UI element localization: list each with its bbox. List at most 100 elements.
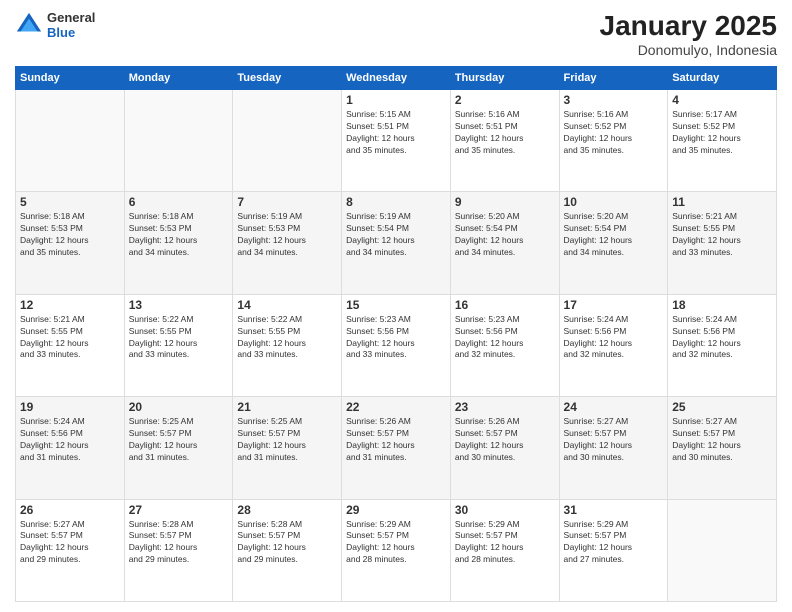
day-cell: 22 Sunrise: 5:26 AM Sunset: 5:57 PM Dayli…	[342, 397, 451, 499]
day-header-friday: Friday	[559, 67, 668, 90]
day-info: Sunrise: 5:24 AM Sunset: 5:56 PM Dayligh…	[20, 416, 120, 464]
calendar-table: SundayMondayTuesdayWednesdayThursdayFrid…	[15, 66, 777, 602]
day-info: Sunrise: 5:26 AM Sunset: 5:57 PM Dayligh…	[346, 416, 446, 464]
day-cell	[16, 90, 125, 192]
day-number: 14	[237, 298, 337, 312]
logo-icon	[15, 11, 43, 39]
day-cell: 19 Sunrise: 5:24 AM Sunset: 5:56 PM Dayli…	[16, 397, 125, 499]
day-info: Sunrise: 5:26 AM Sunset: 5:57 PM Dayligh…	[455, 416, 555, 464]
page: General Blue January 2025 Donomulyo, Ind…	[0, 0, 792, 612]
day-number: 25	[672, 400, 772, 414]
logo-blue-text: Blue	[47, 25, 95, 40]
day-cell: 25 Sunrise: 5:27 AM Sunset: 5:57 PM Dayli…	[668, 397, 777, 499]
day-cell: 1 Sunrise: 5:15 AM Sunset: 5:51 PM Daylig…	[342, 90, 451, 192]
day-number: 29	[346, 503, 446, 517]
day-cell: 24 Sunrise: 5:27 AM Sunset: 5:57 PM Dayli…	[559, 397, 668, 499]
day-number: 16	[455, 298, 555, 312]
calendar-title: January 2025	[600, 10, 777, 42]
day-info: Sunrise: 5:28 AM Sunset: 5:57 PM Dayligh…	[237, 519, 337, 567]
logo: General Blue	[15, 10, 95, 40]
day-header-saturday: Saturday	[668, 67, 777, 90]
day-info: Sunrise: 5:16 AM Sunset: 5:51 PM Dayligh…	[455, 109, 555, 157]
day-info: Sunrise: 5:27 AM Sunset: 5:57 PM Dayligh…	[672, 416, 772, 464]
day-number: 30	[455, 503, 555, 517]
day-cell: 29 Sunrise: 5:29 AM Sunset: 5:57 PM Dayli…	[342, 499, 451, 601]
day-info: Sunrise: 5:15 AM Sunset: 5:51 PM Dayligh…	[346, 109, 446, 157]
day-number: 26	[20, 503, 120, 517]
day-cell: 21 Sunrise: 5:25 AM Sunset: 5:57 PM Dayli…	[233, 397, 342, 499]
day-number: 6	[129, 195, 229, 209]
week-row-5: 26 Sunrise: 5:27 AM Sunset: 5:57 PM Dayli…	[16, 499, 777, 601]
day-info: Sunrise: 5:23 AM Sunset: 5:56 PM Dayligh…	[455, 314, 555, 362]
day-number: 4	[672, 93, 772, 107]
day-info: Sunrise: 5:19 AM Sunset: 5:53 PM Dayligh…	[237, 211, 337, 259]
day-cell: 17Sunrise: 5:24 AM Sunset: 5:56 PM Dayli…	[559, 294, 668, 396]
day-cell: 31 Sunrise: 5:29 AM Sunset: 5:57 PM Dayli…	[559, 499, 668, 601]
day-info: Sunrise: 5:25 AM Sunset: 5:57 PM Dayligh…	[237, 416, 337, 464]
day-cell: 10Sunrise: 5:20 AM Sunset: 5:54 PM Dayli…	[559, 192, 668, 294]
day-cell: 23 Sunrise: 5:26 AM Sunset: 5:57 PM Dayli…	[450, 397, 559, 499]
day-cell	[124, 90, 233, 192]
day-number: 20	[129, 400, 229, 414]
day-info: Sunrise: 5:24 AM Sunset: 5:56 PM Dayligh…	[672, 314, 772, 362]
day-info: Sunrise: 5:18 AM Sunset: 5:53 PM Dayligh…	[129, 211, 229, 259]
day-cell: 15Sunrise: 5:23 AM Sunset: 5:56 PM Dayli…	[342, 294, 451, 396]
day-cell: 13Sunrise: 5:22 AM Sunset: 5:55 PM Dayli…	[124, 294, 233, 396]
day-header-tuesday: Tuesday	[233, 67, 342, 90]
day-info: Sunrise: 5:29 AM Sunset: 5:57 PM Dayligh…	[346, 519, 446, 567]
day-number: 22	[346, 400, 446, 414]
day-number: 2	[455, 93, 555, 107]
day-cell: 14 Sunrise: 5:22 AM Sunset: 5:55 PM Dayli…	[233, 294, 342, 396]
week-row-3: 12Sunrise: 5:21 AM Sunset: 5:55 PM Dayli…	[16, 294, 777, 396]
day-cell: 4Sunrise: 5:17 AM Sunset: 5:52 PM Daylig…	[668, 90, 777, 192]
day-cell: 26 Sunrise: 5:27 AM Sunset: 5:57 PM Dayli…	[16, 499, 125, 601]
day-cell: 2 Sunrise: 5:16 AM Sunset: 5:51 PM Daylig…	[450, 90, 559, 192]
calendar-subtitle: Donomulyo, Indonesia	[600, 42, 777, 58]
day-number: 1	[346, 93, 446, 107]
day-number: 28	[237, 503, 337, 517]
day-info: Sunrise: 5:18 AM Sunset: 5:53 PM Dayligh…	[20, 211, 120, 259]
day-number: 23	[455, 400, 555, 414]
day-number: 18	[672, 298, 772, 312]
day-cell: 28 Sunrise: 5:28 AM Sunset: 5:57 PM Dayli…	[233, 499, 342, 601]
day-info: Sunrise: 5:20 AM Sunset: 5:54 PM Dayligh…	[564, 211, 664, 259]
day-info: Sunrise: 5:21 AM Sunset: 5:55 PM Dayligh…	[672, 211, 772, 259]
day-header-monday: Monday	[124, 67, 233, 90]
day-number: 9	[455, 195, 555, 209]
day-header-thursday: Thursday	[450, 67, 559, 90]
day-cell: 27Sunrise: 5:28 AM Sunset: 5:57 PM Dayli…	[124, 499, 233, 601]
day-number: 11	[672, 195, 772, 209]
day-info: Sunrise: 5:16 AM Sunset: 5:52 PM Dayligh…	[564, 109, 664, 157]
day-cell: 8 Sunrise: 5:19 AM Sunset: 5:54 PM Daylig…	[342, 192, 451, 294]
day-info: Sunrise: 5:28 AM Sunset: 5:57 PM Dayligh…	[129, 519, 229, 567]
day-info: Sunrise: 5:19 AM Sunset: 5:54 PM Dayligh…	[346, 211, 446, 259]
day-cell: 5 Sunrise: 5:18 AM Sunset: 5:53 PM Daylig…	[16, 192, 125, 294]
day-cell: 3 Sunrise: 5:16 AM Sunset: 5:52 PM Daylig…	[559, 90, 668, 192]
day-number: 5	[20, 195, 120, 209]
day-cell	[233, 90, 342, 192]
day-number: 24	[564, 400, 664, 414]
day-number: 31	[564, 503, 664, 517]
day-info: Sunrise: 5:22 AM Sunset: 5:55 PM Dayligh…	[237, 314, 337, 362]
day-number: 7	[237, 195, 337, 209]
day-cell: 12Sunrise: 5:21 AM Sunset: 5:55 PM Dayli…	[16, 294, 125, 396]
day-info: Sunrise: 5:27 AM Sunset: 5:57 PM Dayligh…	[564, 416, 664, 464]
day-number: 15	[346, 298, 446, 312]
day-number: 21	[237, 400, 337, 414]
day-info: Sunrise: 5:20 AM Sunset: 5:54 PM Dayligh…	[455, 211, 555, 259]
day-cell: 9 Sunrise: 5:20 AM Sunset: 5:54 PM Daylig…	[450, 192, 559, 294]
day-header-sunday: Sunday	[16, 67, 125, 90]
day-cell: 18 Sunrise: 5:24 AM Sunset: 5:56 PM Dayli…	[668, 294, 777, 396]
day-info: Sunrise: 5:29 AM Sunset: 5:57 PM Dayligh…	[564, 519, 664, 567]
week-row-1: 1 Sunrise: 5:15 AM Sunset: 5:51 PM Daylig…	[16, 90, 777, 192]
day-cell: 20Sunrise: 5:25 AM Sunset: 5:57 PM Dayli…	[124, 397, 233, 499]
day-number: 8	[346, 195, 446, 209]
day-number: 3	[564, 93, 664, 107]
header: General Blue January 2025 Donomulyo, Ind…	[15, 10, 777, 58]
day-number: 19	[20, 400, 120, 414]
day-number: 13	[129, 298, 229, 312]
day-info: Sunrise: 5:27 AM Sunset: 5:57 PM Dayligh…	[20, 519, 120, 567]
day-cell: 30Sunrise: 5:29 AM Sunset: 5:57 PM Dayli…	[450, 499, 559, 601]
day-number: 17	[564, 298, 664, 312]
day-info: Sunrise: 5:21 AM Sunset: 5:55 PM Dayligh…	[20, 314, 120, 362]
